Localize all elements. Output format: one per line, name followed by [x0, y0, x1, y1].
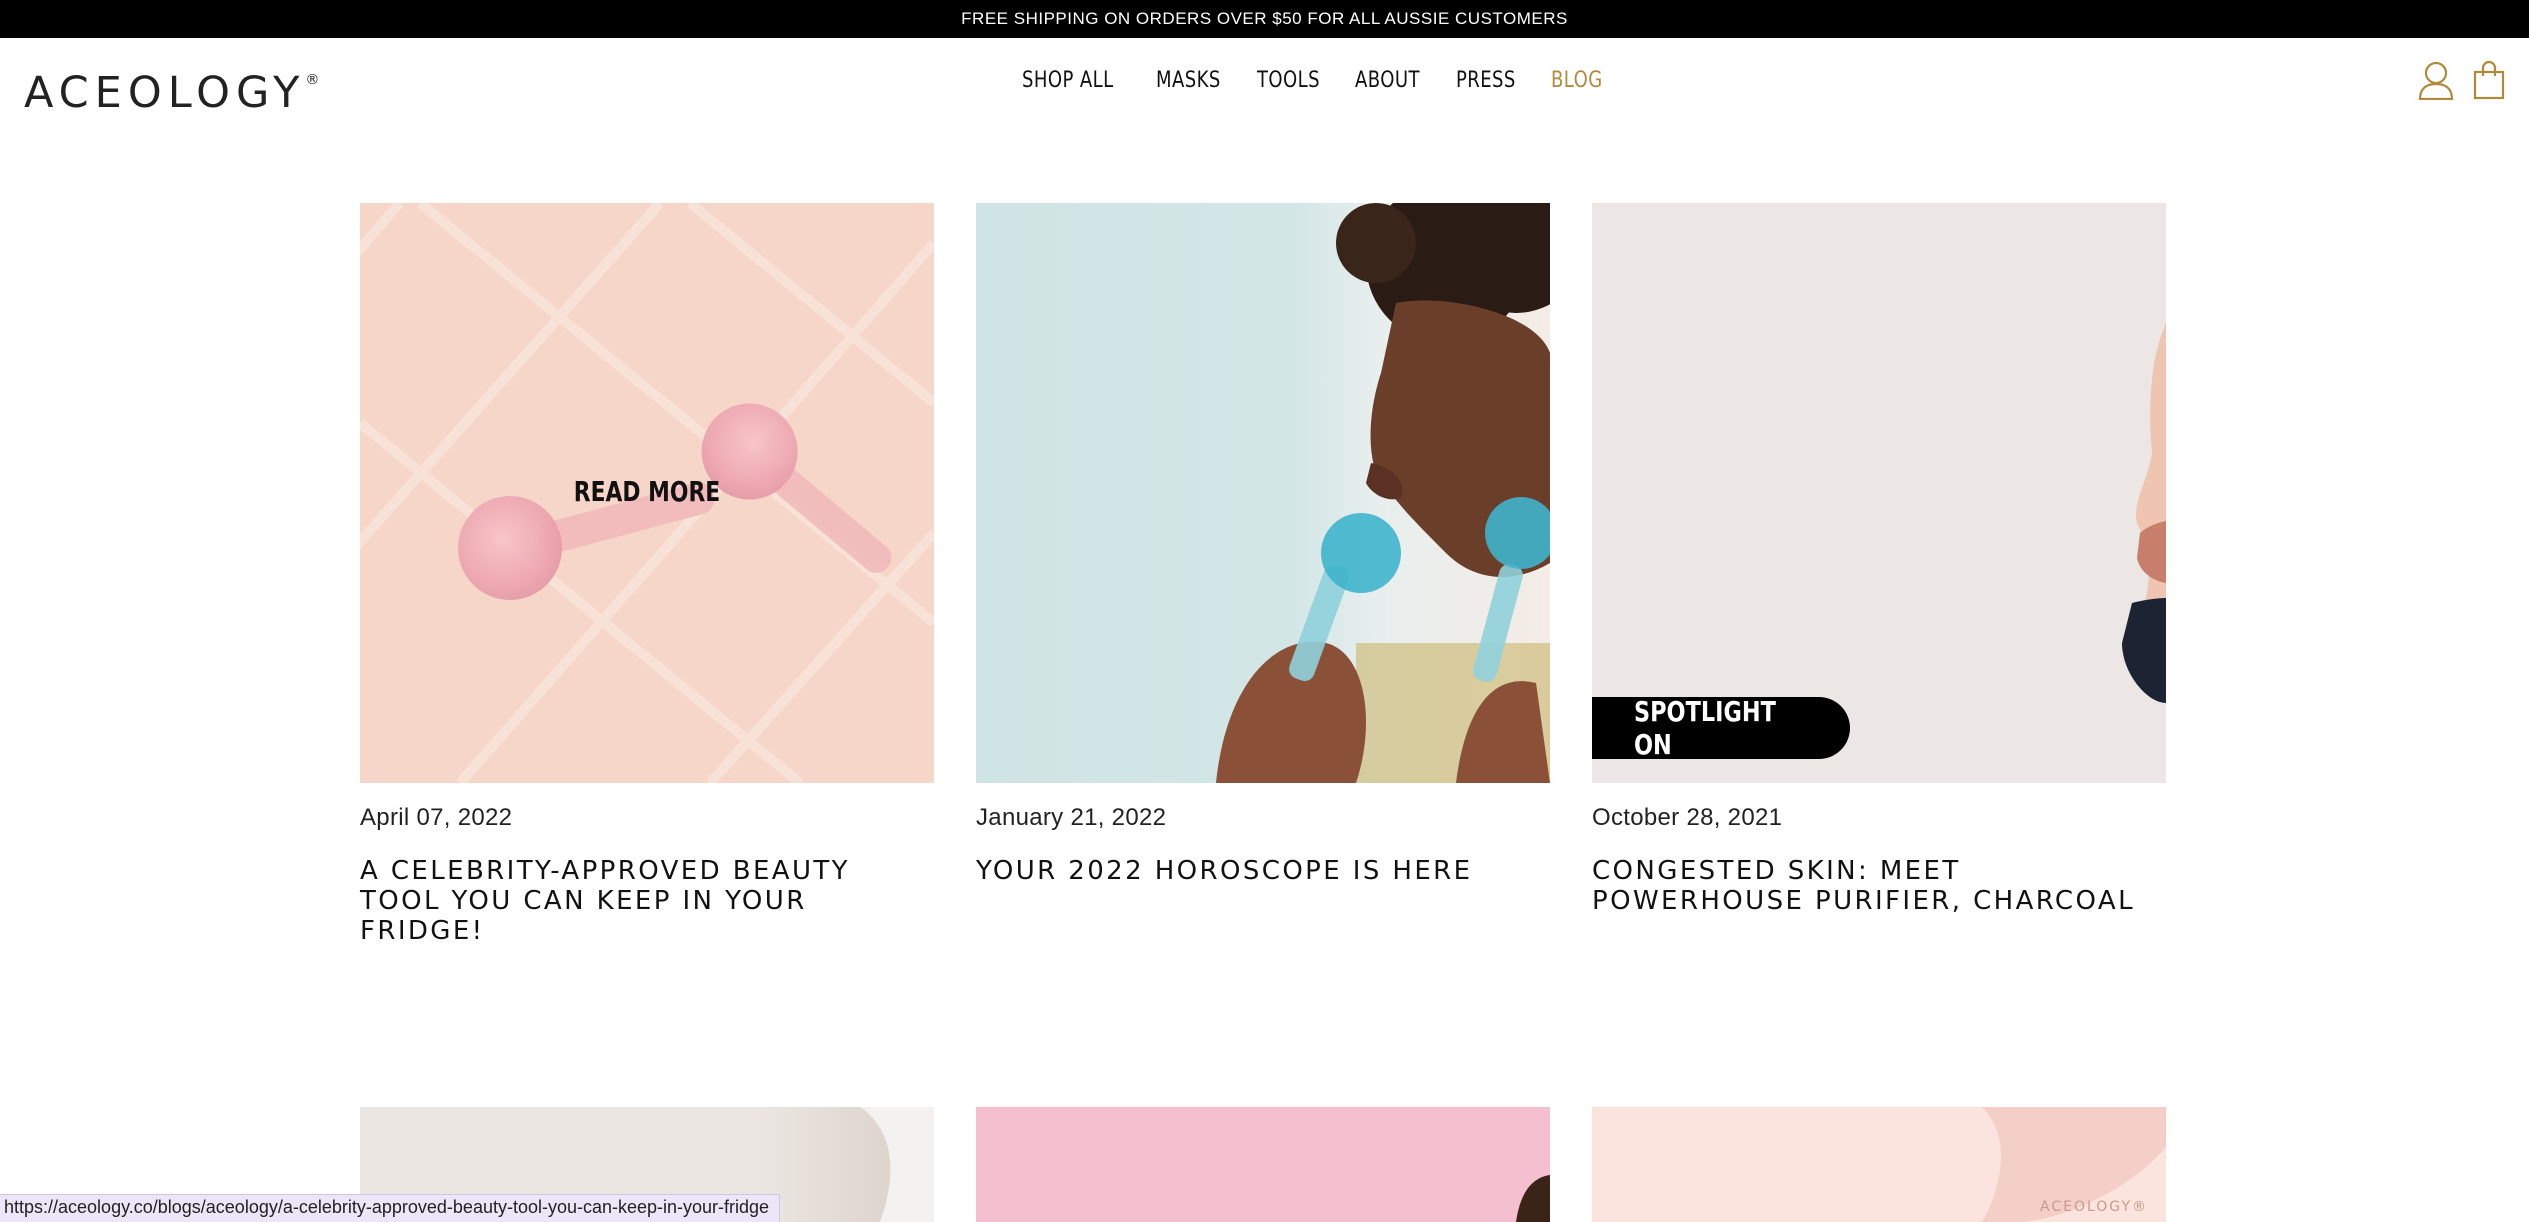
user-icon[interactable] — [2417, 60, 2455, 100]
post-image-woman-ice-globes[interactable] — [976, 203, 1550, 783]
post-date: April 07, 2022 — [360, 804, 513, 831]
status-bar-url: https://aceology.co/blogs/aceology/a-cel… — [0, 1194, 781, 1222]
brand-logo[interactable]: ACEOLOGY® — [24, 68, 319, 118]
blog-card[interactable]: January 21, 2022 YOUR 2022 HOROSCOPE IS … — [976, 203, 1550, 886]
spotlight-badge-label: SPOTLIGHT ON — [1634, 695, 1776, 761]
spotlight-badge: SPOTLIGHT ON — [1592, 695, 1850, 761]
brand-reg-mark: ® — [305, 72, 320, 88]
post-title[interactable]: CONGESTED SKIN: MEET POWERHOUSE PURIFIER… — [1592, 856, 2166, 916]
post-image-ice-globes[interactable]: READ MORE — [360, 203, 934, 783]
nav-press[interactable]: PRESS — [1456, 68, 1516, 93]
nav-tools[interactable]: TOOLS — [1257, 68, 1320, 93]
announcement-bar: FREE SHIPPING ON ORDERS OVER $50 FOR ALL… — [0, 0, 2529, 38]
post-title[interactable]: YOUR 2022 HOROSCOPE IS HERE — [976, 856, 1550, 886]
blog-card[interactable]: SPOTLIGHT ON October 28, 2021 CONGESTED … — [1592, 203, 2166, 916]
nav-about[interactable]: ABOUT — [1355, 68, 1420, 93]
post-date: January 21, 2022 — [976, 804, 1167, 831]
blog-card[interactable] — [976, 1107, 1550, 1222]
post-title[interactable]: A CELEBRITY-APPROVED BEAUTY TOOL YOU CAN… — [360, 856, 934, 946]
post-image-partial[interactable] — [976, 1107, 1550, 1222]
announcement-text: FREE SHIPPING ON ORDERS OVER $50 FOR ALL… — [961, 9, 1568, 28]
read-more-overlay[interactable]: READ MORE — [423, 475, 871, 508]
main-nav: SHOP ALL MASKS TOOLS ABOUT PRESS BLOG — [1022, 68, 1636, 93]
site-header: ACEOLOGY® SHOP ALL MASKS TOOLS ABOUT PRE… — [0, 38, 2529, 148]
nav-masks[interactable]: MASKS — [1156, 68, 1221, 93]
blog-card[interactable]: ACEOLOGY® — [1592, 1107, 2166, 1222]
header-icons — [2417, 60, 2505, 100]
product-brand-mark: ACEOLOGY® — [2040, 1199, 2148, 1215]
post-image-partial[interactable]: ACEOLOGY® — [1592, 1107, 2166, 1222]
shopping-bag-icon[interactable] — [2473, 60, 2505, 100]
nav-blog[interactable]: BLOG — [1551, 68, 1603, 93]
nav-shop-all[interactable]: SHOP ALL — [1022, 68, 1114, 93]
brand-name: ACEOLOGY — [24, 68, 306, 118]
post-date: October 28, 2021 — [1592, 804, 1783, 831]
post-image-charcoal-mask[interactable]: SPOTLIGHT ON — [1592, 203, 2166, 783]
blog-card[interactable]: READ MORE April 07, 2022 A CELEBRITY-APP… — [360, 203, 934, 946]
